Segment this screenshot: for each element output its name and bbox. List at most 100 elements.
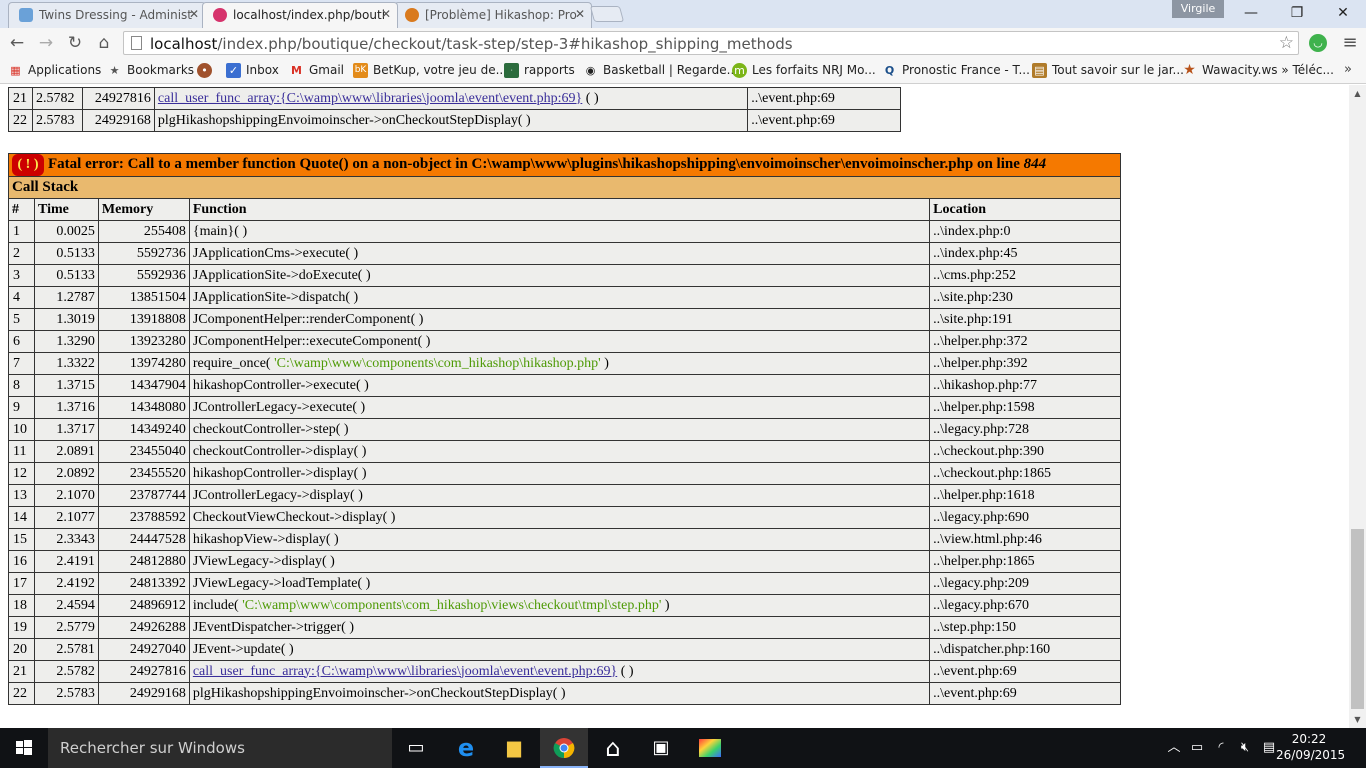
vertical-scrollbar[interactable]: ▲ ▼ [1349, 85, 1366, 728]
color-app-icon[interactable] [686, 728, 734, 768]
bookmark-pronostic[interactable]: Q Pronostic France - T... [882, 63, 1030, 77]
star-icon: ★ [109, 64, 120, 77]
function-name: hikashopController->display( ) [192, 465, 367, 481]
tab-hikashop-forum[interactable]: [Problème] Hikashop: Pro ✕ [394, 2, 592, 28]
table-row: 8 1.3715 14347904 hikashopController->execu… [8, 374, 1121, 397]
function-link[interactable]: call_user_func_array:{C:\wamp\www\librar… [158, 91, 582, 106]
fatal-error-table: ( ! ) Fatal error: Call to a member funct… [8, 153, 1121, 705]
address-bar[interactable]: localhost/index.php/boutique/checkout/ta… [123, 31, 1299, 55]
row-function: JViewLegacy->loadTemplate( ) [188, 572, 931, 595]
bookmark-nrj[interactable]: m Les forfaits NRJ Mo... [732, 63, 876, 78]
bookmark-gmail[interactable]: M Gmail [289, 63, 344, 77]
new-tab-button[interactable] [589, 6, 625, 22]
row-location: ..\helper.php:372 [929, 330, 1121, 353]
row-memory: 5592736 [97, 242, 190, 265]
row-time: 2.4191 [33, 550, 99, 573]
back-arrow-icon[interactable]: ← [5, 32, 29, 54]
page-info-icon[interactable] [131, 36, 142, 50]
row-time: 2.0892 [33, 462, 99, 485]
bookmark-label: rapports [524, 63, 575, 77]
windows-start-icon[interactable] [0, 728, 48, 768]
bookmark-betkup[interactable]: bK BetKup, votre jeu de... [353, 63, 507, 78]
url-text[interactable]: localhost/index.php/boutique/checkout/ta… [150, 35, 793, 53]
chrome-menu-icon[interactable]: ≡ [1340, 31, 1360, 55]
volume-muted-icon[interactable]: 🔇︎ [1234, 728, 1256, 768]
close-icon[interactable]: ✕ [575, 7, 585, 21]
row-number: 12 [8, 462, 35, 485]
bookmark-bookmarks[interactable]: ★ Bookmarks [107, 63, 194, 77]
scroll-down-arrow-icon[interactable]: ▼ [1349, 711, 1366, 728]
scrollbar-thumb[interactable] [1351, 529, 1364, 709]
taskbar-clock[interactable]: 20:22 26/09/2015 [1276, 731, 1345, 763]
row-location: ..\checkout.php:390 [929, 440, 1121, 463]
restore-icon[interactable]: ❐ [1274, 0, 1320, 28]
row-function: JControllerLegacy->display( ) [188, 484, 931, 507]
error-message: ( ! ) Fatal error: Call to a member funct… [8, 153, 1121, 177]
page-content: 21 2.5782 24927816 call_user_func_array:… [0, 85, 1349, 728]
extension-icon[interactable]: ◡ [1309, 34, 1327, 52]
store-icon[interactable]: ▣ [637, 728, 685, 768]
tab-localhost[interactable]: localhost/index.php/bouti ✕ [202, 2, 398, 28]
close-icon[interactable]: ✕ [381, 7, 391, 21]
taskbar-search-box[interactable]: Rechercher sur Windows [48, 728, 392, 768]
function-suffix: ) [661, 597, 670, 613]
home-icon[interactable]: ⌂ [92, 32, 116, 54]
function-name: JComponentHelper::executeComponent( ) [192, 333, 431, 349]
more-bookmarks-chevron-icon[interactable]: » [1344, 62, 1352, 77]
table-row: 22 2.5783 24929168 plgHikashopshippingEnvoi… [8, 682, 1121, 705]
row-location: ..\site.php:191 [929, 308, 1121, 331]
row-time: 2.5783 [31, 109, 83, 132]
profile-user-badge[interactable]: Virgile [1172, 0, 1224, 18]
bookmark-wawacity[interactable]: ★ Wawacity.ws » Téléc... [1182, 62, 1334, 78]
battery-icon[interactable]: ▭ [1186, 728, 1208, 768]
file-explorer-icon[interactable]: ▆ [490, 728, 538, 768]
row-location: ..\dispatcher.php:160 [929, 638, 1121, 661]
bookmark-star-icon[interactable]: ☆ [1279, 33, 1294, 53]
function-name: JApplicationCms->execute( ) [192, 245, 359, 261]
bookmark-jardin[interactable]: ▤ Tout savoir sur le jar... [1032, 63, 1184, 78]
row-function: call_user_func_array:{C:\wamp\www\librar… [188, 660, 931, 683]
wawacity-star-icon: ★ [1183, 62, 1196, 78]
bookmark-applications[interactable]: ▦ Applications [8, 63, 101, 77]
table-row: 20 2.5781 24927040 JEvent->update( ) ..\disp… [8, 638, 1121, 661]
forward-arrow-icon[interactable]: → [34, 32, 58, 54]
row-number: 10 [8, 418, 35, 441]
row-location: ..\hikashop.php:77 [929, 374, 1121, 397]
function-name: JViewLegacy->display( ) [192, 553, 335, 569]
edge-icon[interactable]: e [442, 728, 490, 768]
row-number: 9 [8, 396, 35, 419]
close-window-icon[interactable]: ✕ [1320, 0, 1366, 28]
wifi-icon[interactable]: ◜ [1210, 728, 1232, 768]
row-memory: 23455040 [97, 440, 190, 463]
row-memory: 24929168 [97, 682, 190, 705]
function-name: include( [192, 597, 243, 613]
row-function: JComponentHelper::renderComponent( ) [188, 308, 931, 331]
row-number: 5 [8, 308, 35, 331]
bookmark-inbox[interactable]: ✓ Inbox [226, 63, 279, 78]
minimize-icon[interactable]: — [1228, 0, 1274, 28]
row-function: checkoutController->step( ) [188, 418, 931, 441]
function-link[interactable]: call_user_func_array:{C:\wamp\www\librar… [193, 664, 617, 679]
row-number: 15 [8, 528, 35, 551]
tray-chevron-up-icon[interactable]: ︿ [1164, 728, 1184, 768]
row-function: checkoutController->display( ) [188, 440, 931, 463]
reload-icon[interactable]: ↻ [63, 32, 87, 54]
task-view-icon[interactable]: ▭ [392, 728, 440, 768]
chrome-icon[interactable] [540, 728, 588, 768]
bookmark-label: Basketball | Regarde... [603, 63, 739, 77]
error-line-number: 844 [1023, 156, 1047, 172]
url-path: /index.php/boutique/checkout/task-step/s… [217, 35, 793, 53]
previous-call-stack-fragment: 21 2.5782 24927816 call_user_func_array:… [8, 87, 901, 132]
table-row: 6 1.3290 13923280 JComponentHelper::execute… [8, 330, 1121, 353]
home-app-icon[interactable]: ⌂ [589, 728, 637, 768]
row-function: {main}( ) [188, 220, 931, 243]
bookmark-basketball[interactable]: ◉ Basketball | Regarde... [583, 63, 738, 77]
close-icon[interactable]: ✕ [189, 7, 199, 21]
tab-twins-dressing[interactable]: Twins Dressing - Administ ✕ [8, 2, 206, 28]
row-time: 1.3290 [33, 330, 99, 353]
row-function: include( 'C:\wamp\www\components\com_hik… [188, 594, 931, 617]
row-time: 2.5779 [33, 616, 99, 639]
bookmark-rapports[interactable]: ᐧ rapports [504, 63, 575, 78]
table-row: 2 0.5133 5592736 JApplicationCms->execute( … [8, 242, 1121, 265]
scroll-up-arrow-icon[interactable]: ▲ [1349, 85, 1366, 102]
